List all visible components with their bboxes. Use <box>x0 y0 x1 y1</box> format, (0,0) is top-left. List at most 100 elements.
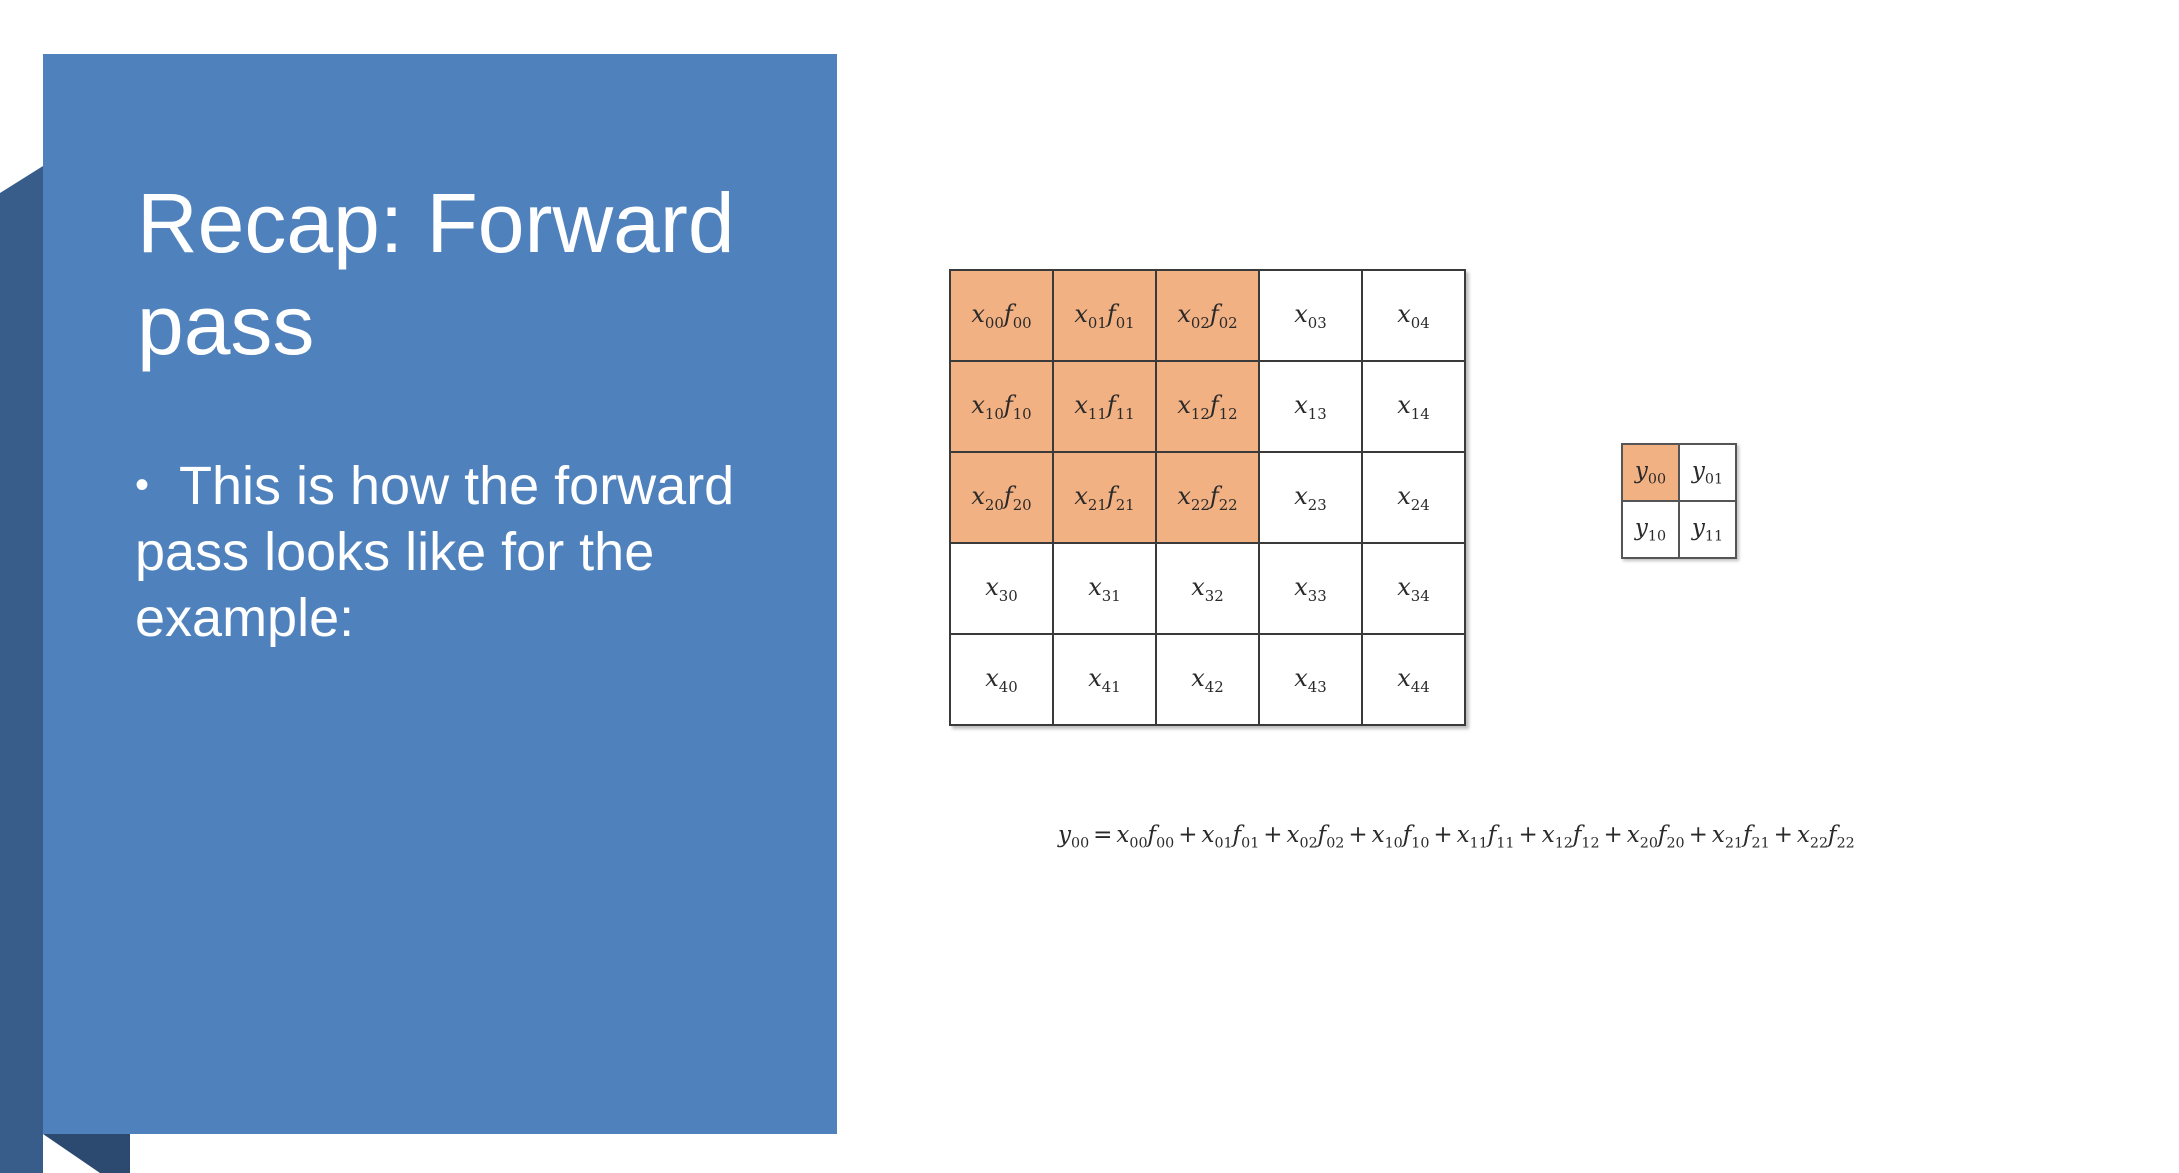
f-variable: f10 <box>1402 822 1430 852</box>
equation-term: x00f00 <box>1116 822 1175 852</box>
y-variable-subscript: 11 <box>1704 528 1724 545</box>
y-variable-subscript: 00 <box>1647 471 1667 488</box>
grid-cell: x40 <box>951 635 1054 726</box>
x-variable-subscript: 24 <box>1410 495 1430 514</box>
f-variable-subscript: 00 <box>1012 313 1032 332</box>
x-variable-subscript: 30 <box>998 586 1018 605</box>
grid-cell: x23 <box>1260 453 1363 544</box>
f-variable: f22 <box>1828 822 1855 852</box>
output-matrix-grid: y00 y01 y10 y11 <box>1621 443 1737 559</box>
plus-sign: + <box>1688 822 1708 848</box>
x-variable: x41 <box>1088 663 1121 696</box>
bullet-symbol: • <box>135 463 150 507</box>
x-variable-subscript: 23 <box>1307 495 1327 514</box>
x-variable: x30 <box>985 572 1018 605</box>
x-variable-subscript: 13 <box>1307 404 1327 423</box>
x-variable: x04 <box>1397 299 1430 332</box>
x-variable-subscript: 02 <box>1190 313 1210 332</box>
f-variable: f02 <box>1317 822 1345 852</box>
x-variable-subscript: 00 <box>984 313 1004 332</box>
x-variable-subscript: 43 <box>1307 677 1327 696</box>
grid-cell: x31 <box>1054 544 1157 635</box>
f-variable: f20 <box>1003 481 1032 514</box>
x-variable: x10 <box>971 390 1004 423</box>
grid-cell: x13 <box>1260 362 1363 453</box>
x-variable-subscript: 03 <box>1307 313 1327 332</box>
x-variable-subscript: 40 <box>998 677 1018 696</box>
plus-sign: + <box>1348 822 1368 848</box>
x-variable-subscript: 34 <box>1410 586 1430 605</box>
f-variable-subscript: 02 <box>1326 835 1345 852</box>
grid-cell: x11 f11 <box>1054 362 1157 453</box>
x-variable: x22 <box>1796 822 1829 852</box>
f-variable-subscript: 01 <box>1241 835 1260 852</box>
y-variable: y00 <box>1634 457 1667 488</box>
x-variable-subscript: 41 <box>1101 677 1121 696</box>
output-cell: y11 <box>1680 502 1737 559</box>
f-variable: f11 <box>1106 390 1135 423</box>
grid-cell: x34 <box>1363 544 1466 635</box>
grid-cell: x33 <box>1260 544 1363 635</box>
x-variable: x02 <box>1177 299 1210 332</box>
f-variable: f22 <box>1209 481 1238 514</box>
x-variable: x00 <box>971 299 1004 332</box>
x-variable-subscript: 20 <box>1639 835 1658 852</box>
grid-cell: x03 <box>1260 271 1363 362</box>
f-variable: f00 <box>1147 822 1175 852</box>
equation-term: x20f20 <box>1626 822 1685 852</box>
x-variable-subscript: 21 <box>1087 495 1107 514</box>
x-variable-subscript: 44 <box>1410 677 1430 696</box>
x-variable-subscript: 00 <box>1129 835 1148 852</box>
input-matrix-grid: x00 f00 x01 f01 x02 f02 x03 x04 x10 f10 x11 f11 x12 f… <box>949 269 1466 726</box>
grid-cell: x00 f00 <box>951 271 1054 362</box>
grid-cell: x32 <box>1157 544 1260 635</box>
plus-sign: + <box>1518 822 1538 848</box>
x-variable: x14 <box>1397 390 1430 423</box>
plus-sign: + <box>1263 822 1283 848</box>
slide-title: Recap: Forward pass <box>137 176 735 372</box>
x-variable: x20 <box>1626 822 1658 852</box>
x-variable: x10 <box>1371 822 1403 852</box>
x-variable: x23 <box>1294 481 1327 514</box>
equation-term: x21f21 <box>1712 822 1770 852</box>
y-variable: y10 <box>1634 514 1667 545</box>
f-variable-subscript: 21 <box>1115 495 1135 514</box>
x-variable: x12 <box>1541 822 1573 852</box>
grid-cell: x41 <box>1054 635 1157 726</box>
equation-lhs: y00 <box>1058 822 1090 852</box>
grid-cell: x30 <box>951 544 1054 635</box>
plus-sign: + <box>1178 822 1198 848</box>
y-variable-subscript: 10 <box>1647 528 1667 545</box>
f-variable-subscript: 22 <box>1218 495 1238 514</box>
grid-cell: x14 <box>1363 362 1466 453</box>
f-variable-subscript: 10 <box>1411 835 1430 852</box>
f-variable: f21 <box>1106 481 1135 514</box>
output-cell: y10 <box>1623 502 1680 559</box>
x-variable-subscript: 04 <box>1410 313 1430 332</box>
x-variable: x21 <box>1074 481 1107 514</box>
convolution-equation: y00 = x00f00 + x01f01 + x02f02 + x10f10 + x11f11 + x… <box>1058 822 2158 852</box>
x-variable: x32 <box>1191 572 1224 605</box>
x-variable: x01 <box>1074 299 1107 332</box>
x-variable-subscript: 10 <box>984 404 1004 423</box>
x-variable: x24 <box>1397 481 1430 514</box>
f-variable-subscript: 12 <box>1581 835 1600 852</box>
x-variable-subscript: 12 <box>1190 404 1210 423</box>
f-variable: f02 <box>1209 299 1238 332</box>
x-variable-subscript: 10 <box>1384 835 1403 852</box>
x-variable: x20 <box>971 481 1004 514</box>
x-variable: x01 <box>1201 822 1233 852</box>
equation-lhs-subscript: 00 <box>1071 835 1090 852</box>
equals-sign: = <box>1093 822 1113 848</box>
x-variable-subscript: 42 <box>1204 677 1224 696</box>
equation-term: x02f02 <box>1287 822 1345 852</box>
f-variable-subscript: 21 <box>1751 835 1770 852</box>
x-variable: x03 <box>1294 299 1327 332</box>
grid-cell: x22 f22 <box>1157 453 1260 544</box>
x-variable-subscript: 12 <box>1554 835 1573 852</box>
grid-cell: x44 <box>1363 635 1466 726</box>
f-variable: f12 <box>1572 822 1600 852</box>
y-variable-subscript: 01 <box>1704 471 1724 488</box>
x-variable-subscript: 01 <box>1087 313 1107 332</box>
f-variable: f20 <box>1657 822 1685 852</box>
